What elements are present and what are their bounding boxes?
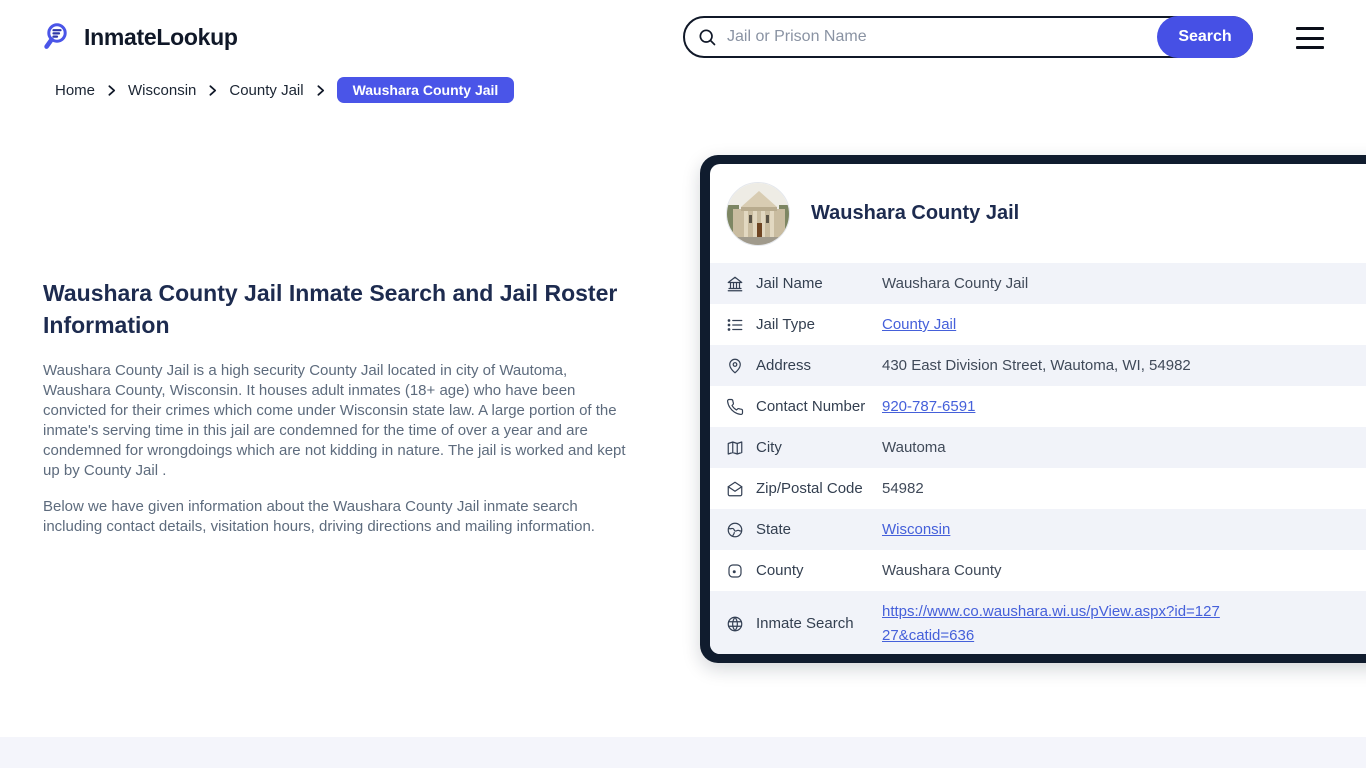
bank-icon <box>726 275 744 293</box>
row-value: 430 East Division Street, Wautoma, WI, 5… <box>882 357 1191 374</box>
row-label: Jail Type <box>756 316 815 333</box>
chevron-right-icon <box>105 84 118 97</box>
map-icon <box>726 439 744 457</box>
search-bar: Search <box>683 16 1253 58</box>
mail-open-icon <box>726 480 744 498</box>
table-row-jail-name: Jail Name Waushara County Jail <box>710 263 1366 304</box>
table-row-city: City Wautoma <box>710 427 1366 468</box>
jail-info-card: Waushara County Jail Jail Name Waushara … <box>700 155 1366 663</box>
row-value: Waushara County <box>882 562 1002 579</box>
row-value: 54982 <box>882 480 924 497</box>
article-paragraph-2: Below we have given information about th… <box>43 498 595 535</box>
row-value: Waushara County Jail <box>882 275 1029 292</box>
breadcrumb-wisconsin[interactable]: Wisconsin <box>128 82 196 99</box>
page: InmateLookup Search Home Wisconsin <box>0 0 1366 768</box>
breadcrumb: Home Wisconsin County Jail Waushara Coun… <box>55 77 515 103</box>
row-label: Inmate Search <box>756 615 854 632</box>
inmate-search-link[interactable]: https://www.co.waushara.wi.us/pView.aspx… <box>882 600 1227 648</box>
hamburger-menu-button[interactable] <box>1296 25 1326 51</box>
row-label: State <box>756 521 792 538</box>
table-row-address: Address 430 East Division Street, Wautom… <box>710 345 1366 386</box>
search-button[interactable]: Search <box>1157 16 1253 58</box>
magnifier-logo-icon <box>43 21 75 53</box>
chevron-right-icon <box>206 84 219 97</box>
jail-details-table: Jail Name Waushara County Jail Jail Type… <box>710 263 1366 654</box>
row-value: Wautoma <box>882 439 946 456</box>
breadcrumb-home[interactable]: Home <box>55 82 95 99</box>
state-link[interactable]: Wisconsin <box>882 521 950 538</box>
table-row-zip-code: Zip/Postal Code 54982 <box>710 468 1366 509</box>
phone-icon <box>726 398 744 416</box>
row-label: Jail Name <box>756 275 823 292</box>
page-title: Waushara County Jail Inmate Search and J… <box>43 280 618 338</box>
footer-band <box>0 737 1366 768</box>
jail-photo <box>726 181 790 246</box>
map-marker-square-icon <box>726 562 744 580</box>
globe-icon <box>726 521 744 539</box>
table-row-jail-type: Jail Type County Jail <box>710 304 1366 345</box>
chevron-right-icon <box>314 84 327 97</box>
globe-wire-icon <box>726 615 744 633</box>
breadcrumb-current-badge: Waushara County Jail <box>336 77 515 103</box>
row-label: County <box>756 562 804 579</box>
table-row-contact-number: Contact Number 920-787-6591 <box>710 386 1366 427</box>
jail-type-link[interactable]: County Jail <box>882 316 956 333</box>
row-label: City <box>756 439 782 456</box>
article: Waushara County Jail Inmate Search and J… <box>43 277 643 537</box>
table-row-inmate-search: Inmate Search https://www.co.waushara.wi… <box>710 591 1366 654</box>
card-title: Waushara County Jail <box>811 202 1020 224</box>
article-paragraph-1: Waushara County Jail is a high security … <box>43 362 626 479</box>
contact-number-link[interactable]: 920-787-6591 <box>882 398 975 415</box>
search-icon <box>697 27 717 47</box>
row-label: Zip/Postal Code <box>756 480 863 497</box>
brand-name: InmateLookup <box>84 23 238 50</box>
map-pin-icon <box>726 357 744 375</box>
card-header: Waushara County Jail <box>710 164 1366 263</box>
list-icon <box>726 316 744 334</box>
table-row-state: State Wisconsin <box>710 509 1366 550</box>
table-row-county: County Waushara County <box>710 550 1366 591</box>
brand-logo[interactable]: InmateLookup <box>43 21 238 53</box>
row-label: Contact Number <box>756 398 866 415</box>
hamburger-icon <box>1296 27 1324 30</box>
row-label: Address <box>756 357 812 374</box>
breadcrumb-county-jail[interactable]: County Jail <box>229 82 303 99</box>
